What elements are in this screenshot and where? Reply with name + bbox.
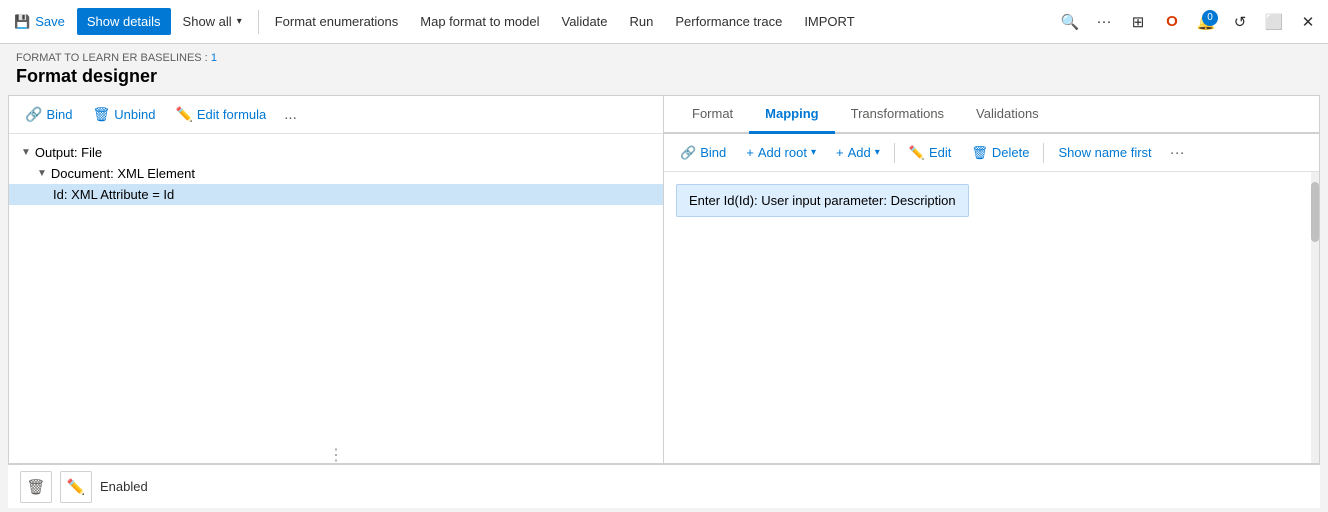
right-panel: Format Mapping Transformations Validatio…: [664, 95, 1320, 464]
tabs-bar: Format Mapping Transformations Validatio…: [664, 96, 1319, 134]
show-name-first-button[interactable]: Show name first: [1050, 141, 1159, 164]
map-format-to-model-button[interactable]: Map format to model: [410, 8, 549, 35]
bottom-delete-button[interactable]: 🗑: [20, 471, 52, 503]
right-delete-icon: 🗑: [971, 145, 988, 161]
breadcrumb: FORMAT TO LEARN ER BASELINES : 1: [16, 52, 1312, 64]
close-icon: ✕: [1302, 13, 1315, 31]
left-panel-toolbar: 🔗 Bind 🗑 Unbind ✏️ Edit formula ...: [9, 96, 663, 134]
scrollbar-track: [1311, 172, 1319, 463]
maximize-button[interactable]: ⬜: [1258, 6, 1290, 38]
toolbar-separator-1: [258, 10, 259, 34]
add-root-dropdown-icon: ▾: [811, 147, 816, 158]
scrollbar-thumb[interactable]: [1311, 182, 1319, 242]
left-toolbar-more-button[interactable]: ...: [278, 102, 303, 127]
office-button[interactable]: O: [1156, 6, 1188, 38]
mapping-item[interactable]: Enter Id(Id): User input parameter: Desc…: [676, 184, 969, 217]
tree-node-document[interactable]: ▼ Document: XML Element: [9, 163, 663, 184]
unbind-icon: 🗑: [92, 106, 110, 123]
save-icon: 💾: [14, 14, 30, 30]
right-more-icon: ···: [1170, 144, 1185, 161]
add-root-button[interactable]: + Add root ▾: [738, 141, 824, 164]
tree-node-label-0: Output: File: [35, 145, 102, 160]
office-icon: O: [1166, 13, 1178, 30]
more-icon: ···: [1097, 13, 1112, 30]
search-button[interactable]: 🔍: [1054, 6, 1086, 38]
right-more-button[interactable]: ···: [1164, 140, 1191, 165]
performance-trace-button[interactable]: Performance trace: [665, 8, 792, 35]
edit-formula-button[interactable]: ✏️ Edit formula: [167, 102, 274, 127]
right-edit-icon: ✏️: [909, 145, 925, 161]
bottom-strip: 🗑 ✏️ Enabled: [8, 464, 1320, 508]
run-button[interactable]: Run: [620, 8, 664, 35]
right-toolbar-sep: [894, 143, 895, 163]
right-toolbar-sep-2: [1043, 143, 1044, 163]
bind-button[interactable]: 🔗 Bind: [17, 102, 80, 127]
collapse-arrow-1: ▼: [37, 168, 47, 179]
status-badge: Enabled: [100, 479, 148, 494]
tab-transformations[interactable]: Transformations: [835, 96, 960, 134]
tree-node-label-2: Id: XML Attribute = Id: [53, 187, 174, 202]
more-options-button[interactable]: ···: [1088, 6, 1120, 38]
refresh-button[interactable]: ↺: [1224, 6, 1256, 38]
show-all-button[interactable]: Show all ▾: [173, 8, 252, 35]
tree-node-output-file[interactable]: ▼ Output: File: [9, 142, 663, 163]
collapse-arrow-0: ▼: [21, 147, 31, 158]
validate-button[interactable]: Validate: [552, 8, 618, 35]
page-header: FORMAT TO LEARN ER BASELINES : 1 Format …: [0, 44, 1328, 91]
resize-handle-area: ⋮: [9, 433, 663, 463]
search-icon: 🔍: [1061, 13, 1080, 31]
left-more-icon: ...: [284, 106, 297, 123]
import-button[interactable]: IMPORT: [794, 8, 864, 35]
main-content: FORMAT TO LEARN ER BASELINES : 1 Format …: [0, 44, 1328, 512]
maximize-icon: ⬜: [1265, 13, 1284, 31]
close-button[interactable]: ✕: [1292, 6, 1324, 38]
right-bind-icon: 🔗: [680, 145, 696, 161]
left-panel: 🔗 Bind 🗑 Unbind ✏️ Edit formula ...: [8, 95, 664, 464]
tab-mapping[interactable]: Mapping: [749, 96, 834, 134]
grid-button[interactable]: ⊞: [1122, 6, 1154, 38]
unbind-button[interactable]: 🗑 Unbind: [84, 102, 163, 127]
save-button[interactable]: 💾 Save: [4, 8, 75, 36]
tab-format[interactable]: Format: [676, 96, 749, 134]
add-button[interactable]: + Add ▾: [828, 141, 888, 164]
bottom-edit-button[interactable]: ✏️: [60, 471, 92, 503]
tree-node-id[interactable]: Id: XML Attribute = Id: [9, 184, 663, 205]
edit-formula-icon: ✏️: [175, 106, 192, 123]
grid-icon: ⊞: [1132, 13, 1145, 31]
notification-button[interactable]: 🔔 0: [1190, 6, 1222, 38]
add-dropdown-icon: ▾: [875, 147, 880, 158]
right-delete-button[interactable]: 🗑 Delete: [963, 141, 1037, 165]
right-panel-toolbar: 🔗 Bind + Add root ▾ + Add ▾ ✏️ Edit: [664, 134, 1319, 172]
tab-validations[interactable]: Validations: [960, 96, 1055, 134]
main-toolbar: 💾 Save Show details Show all ▾ Format en…: [0, 0, 1328, 44]
vertical-dots-icon[interactable]: ⋮: [328, 445, 344, 464]
tree-area: ▼ Output: File ▼ Document: XML Element I…: [9, 134, 663, 433]
show-details-button[interactable]: Show details: [77, 8, 171, 35]
add-root-icon: +: [746, 145, 754, 160]
tree-node-label-1: Document: XML Element: [51, 166, 195, 181]
mapping-area: Enter Id(Id): User input parameter: Desc…: [664, 172, 1319, 463]
notification-wrapper: 🔔 0: [1190, 6, 1222, 38]
format-enumerations-button[interactable]: Format enumerations: [265, 8, 409, 35]
content-area: 🔗 Bind 🗑 Unbind ✏️ Edit formula ...: [0, 91, 1328, 464]
add-icon: +: [836, 145, 844, 160]
page-title: Format designer: [16, 66, 1312, 87]
right-edit-button[interactable]: ✏️ Edit: [901, 141, 960, 165]
refresh-icon: ↺: [1234, 13, 1247, 31]
show-all-dropdown-icon: ▾: [237, 16, 242, 27]
notification-badge: 0: [1202, 10, 1218, 26]
breadcrumb-text: FORMAT TO LEARN ER BASELINES :: [16, 52, 208, 64]
bottom-edit-icon: ✏️: [67, 478, 86, 496]
breadcrumb-link[interactable]: 1: [211, 52, 217, 64]
bind-icon: 🔗: [25, 106, 42, 123]
right-bind-button[interactable]: 🔗 Bind: [672, 141, 734, 165]
bottom-delete-icon: 🗑: [26, 478, 45, 496]
